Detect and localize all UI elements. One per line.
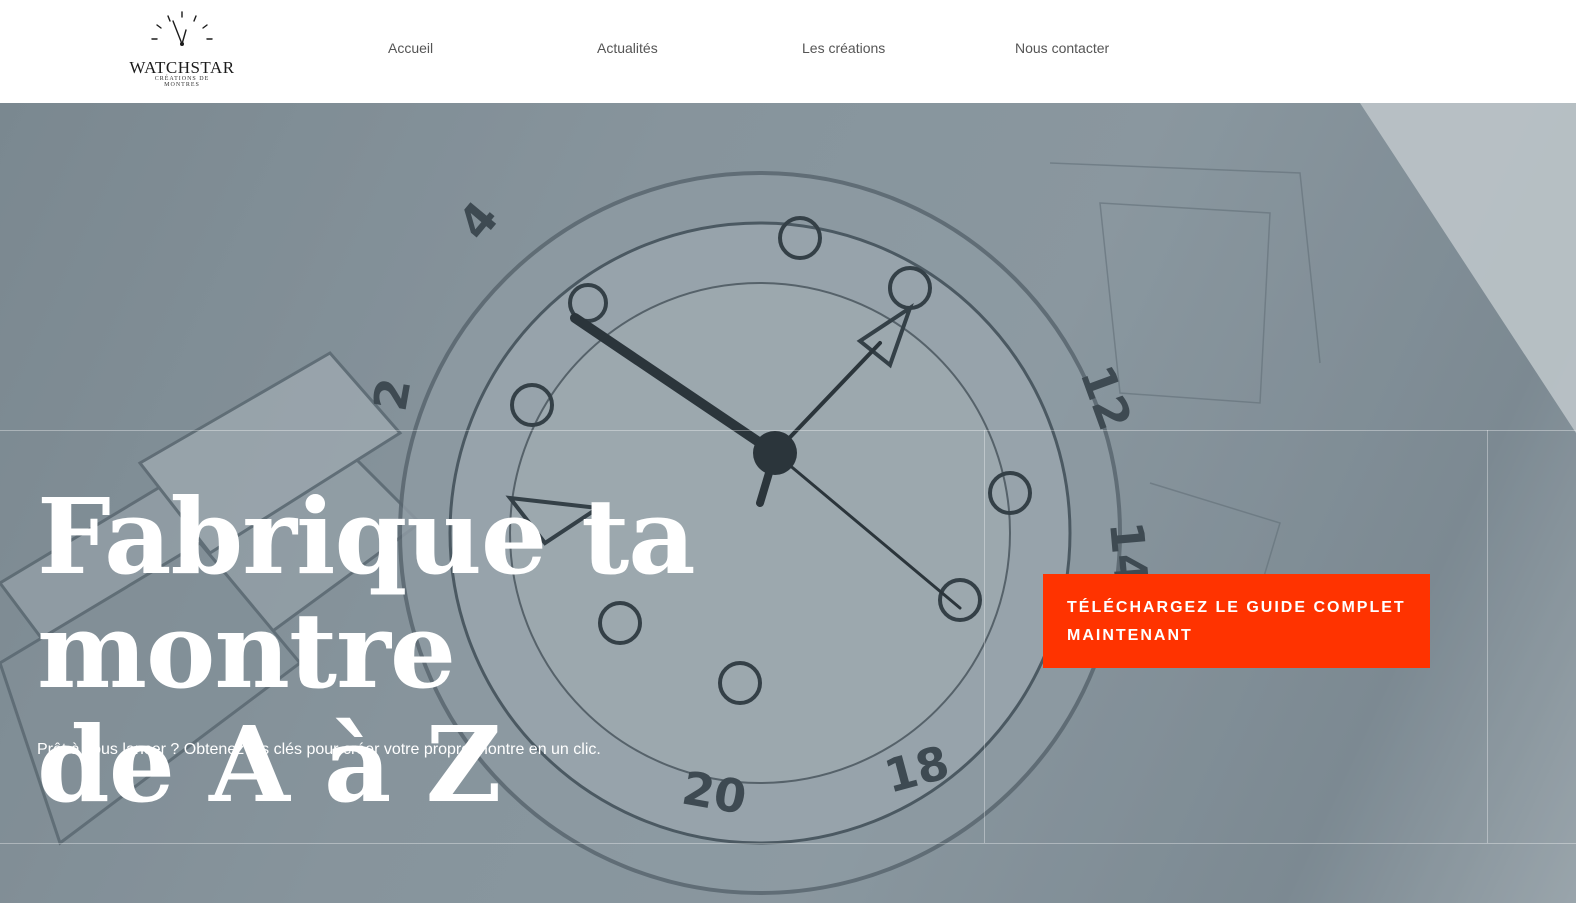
grid-line-vertical-left — [984, 430, 985, 843]
site-header: WATCHSTAR CRÉATIONS DE MONTRES Accueil A… — [0, 0, 1576, 103]
hero-section: 4 2 20 18 12 14 Fabrique ta montre de A … — [0, 103, 1576, 903]
grid-line-vertical-right — [1487, 430, 1488, 843]
watch-logo-icon — [151, 11, 213, 46]
nav-item-creations[interactable]: Les créations — [802, 40, 885, 56]
brand-name: WATCHSTAR — [129, 58, 235, 77]
grid-line-horizontal-top — [0, 430, 1576, 431]
hero-headline-line1: Fabrique ta montre — [37, 475, 696, 712]
hero-headline: Fabrique ta montre de A à Z — [37, 480, 977, 822]
brand-tagline: CRÉATIONS DE MONTRES — [154, 76, 210, 88]
nav-item-actualites[interactable]: Actualités — [597, 40, 658, 56]
brand-logo[interactable]: WATCHSTAR CRÉATIONS DE MONTRES — [126, 8, 238, 88]
nav-item-contact[interactable]: Nous contacter — [1015, 40, 1109, 56]
download-guide-button[interactable]: TÉLÉCHARGEZ LE GUIDE COMPLET MAINTENANT — [1043, 574, 1430, 668]
hero-headline-line2: de A à Z — [37, 703, 502, 826]
grid-line-horizontal-bottom — [0, 843, 1576, 844]
hero-subtitle: Prêt à vous lancer ? Obtenez les clés po… — [37, 741, 601, 758]
nav-item-accueil[interactable]: Accueil — [388, 40, 433, 56]
